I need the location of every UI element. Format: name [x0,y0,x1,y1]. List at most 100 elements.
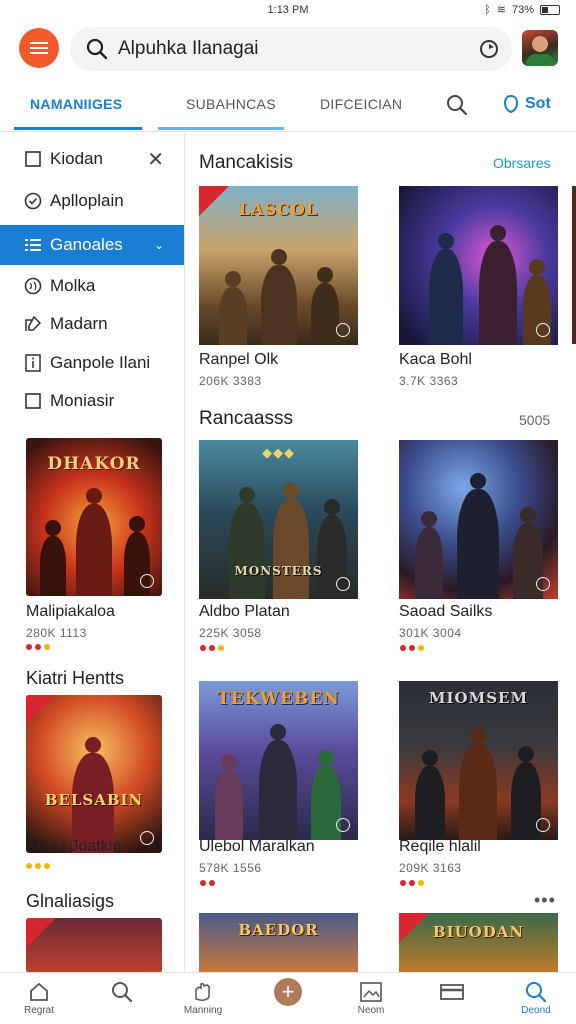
avatar[interactable] [522,30,558,66]
plus-icon: + [274,978,302,1006]
character-figure [215,754,243,840]
nav-manning[interactable]: Manning [173,979,233,1016]
search-input[interactable] [118,35,458,63]
sidebar-item-moniasir[interactable]: Moniasir [0,381,184,421]
game-cover[interactable]: BELSABIN [26,695,162,853]
sidebar-item-label: Moniasir [50,391,115,410]
sidebar-item-molka[interactable]: Molka [0,266,184,306]
sidebar-item-ganoales[interactable]: Ganoales ⌄ [0,225,184,265]
rating-dots [26,863,50,869]
rating-dots [200,645,224,651]
hot-ribbon [26,695,56,725]
edit-icon [22,315,44,333]
game-title[interactable]: Ranpel Olk [199,351,278,369]
rating-dots [400,645,424,651]
sidebar-item-madarn[interactable]: Madarn [0,304,184,344]
game-cover[interactable]: BIUODAN [399,913,558,972]
sidebar: Kiodan ✕ Aplloplain Ganoales ⌄ Molka Mad… [0,133,185,973]
info-box-icon [22,354,44,372]
home-icon [9,979,69,1005]
game-meta: 3.7K 3363 [399,374,459,388]
character-figure [479,225,517,345]
nav-cards[interactable] [422,979,482,1005]
game-meta: 578K 1556 [199,861,262,875]
nav-label: Neom [357,1005,385,1016]
controller-icon [536,577,550,591]
tab-indicator-secondary [158,127,284,130]
sidebar-item-ganpole-ilani[interactable]: Ganpole Ilani [0,343,184,383]
game-cover[interactable]: ◆◆◆ MONSTERS [199,440,358,599]
search-icon [92,979,152,1005]
game-cover[interactable]: TEKWEBEN [199,681,358,840]
status-bar: 1:13 PM ᛒ ≋ 73% [0,0,576,20]
game-title[interactable]: Reqile hlalil [399,838,481,856]
game-cover[interactable]: LASCOL [199,186,358,345]
character-figure [219,271,247,345]
close-icon[interactable]: ✕ [147,147,164,172]
tab-bar: NAMANIIGES SUBAHNCAS DIFCEICIAN Sot [0,84,576,132]
search-bar[interactable] [70,27,512,71]
controller-icon [336,577,350,591]
battery-percent: 73% [511,3,534,16]
character-figure [457,473,499,599]
checkbox-icon [22,393,44,409]
sidebar-item-label: Madarn [50,314,108,333]
character-figure [459,728,497,840]
character-figure [259,724,297,840]
cover-banner: DHAKOR [47,454,141,474]
sidebar-item-label: Kiodan [50,149,103,168]
more-options-icon[interactable]: ••• [534,890,556,911]
game-title[interactable]: Aice I Joatkin [26,838,121,856]
game-cover[interactable] [399,186,558,345]
game-cover[interactable]: DHAKOR [26,438,162,596]
menu-button[interactable] [19,28,59,68]
game-title[interactable]: Saoad Sailks [399,603,492,621]
game-cover[interactable] [399,440,558,599]
game-title[interactable]: Ulebol Maralkan [199,838,315,856]
tab-difceician[interactable]: DIFCEICIAN [320,96,402,112]
nav-neom[interactable]: Neom [341,979,401,1016]
cover-banner: TEKWEBEN [217,689,340,709]
search-icon [86,38,108,65]
game-title[interactable]: Aldbo Platan [199,603,290,621]
nav-home[interactable]: Regrat [9,979,69,1016]
game-title[interactable]: Kaca Bohl [399,351,472,369]
card-icon [422,979,482,1005]
chevron-down-icon: ⌄ [153,238,164,252]
nav-label: Manning [183,1005,223,1016]
search-icon[interactable] [446,94,468,121]
bluetooth-icon: ᛒ [484,3,491,16]
character-figure [311,267,339,345]
controller-icon [536,818,550,832]
nav-search[interactable] [92,979,152,1005]
controller-icon [140,831,154,845]
globe-icon [22,277,44,295]
section-see-all-link[interactable]: Obrsares [493,155,551,171]
bottom-navigation: Regrat Manning + Neom Deond [0,972,576,1024]
check-circle-icon [22,192,44,210]
rating-dots [400,880,424,886]
refresh-icon[interactable] [478,38,500,65]
game-cover[interactable]: BAEDOR [199,913,358,972]
hamburger-icon [30,42,48,54]
battery-icon [540,4,560,15]
tab-namaniiges[interactable]: NAMANIIGES [30,96,122,112]
nav-add[interactable]: + [258,978,318,1006]
controller-icon [536,323,550,337]
list-icon [22,238,44,252]
cover-banner: BIUODAN [432,923,525,941]
tab-subahncas[interactable]: SUBAHNCAS [186,96,276,112]
nav-label: Deond [521,1005,551,1016]
game-cover[interactable]: MIOMSEM [399,681,558,840]
sidebar-item-aplloplain[interactable]: Aplloplain [0,181,184,221]
sidebar-item-kiodan[interactable]: Kiodan ✕ [0,139,184,179]
game-cover[interactable] [26,918,162,973]
cover-banner-top: ◆◆◆ [262,446,295,461]
game-meta: 209K 3163 [399,861,462,875]
game-title[interactable]: Malipiakaloa [26,603,115,621]
section-see-all-link[interactable]: 5005 [519,412,550,428]
controller-icon [336,323,350,337]
sort-button[interactable]: Sot [503,94,551,114]
game-meta: 206K 3383 [199,374,262,388]
nav-deond[interactable]: Deond [506,979,566,1016]
